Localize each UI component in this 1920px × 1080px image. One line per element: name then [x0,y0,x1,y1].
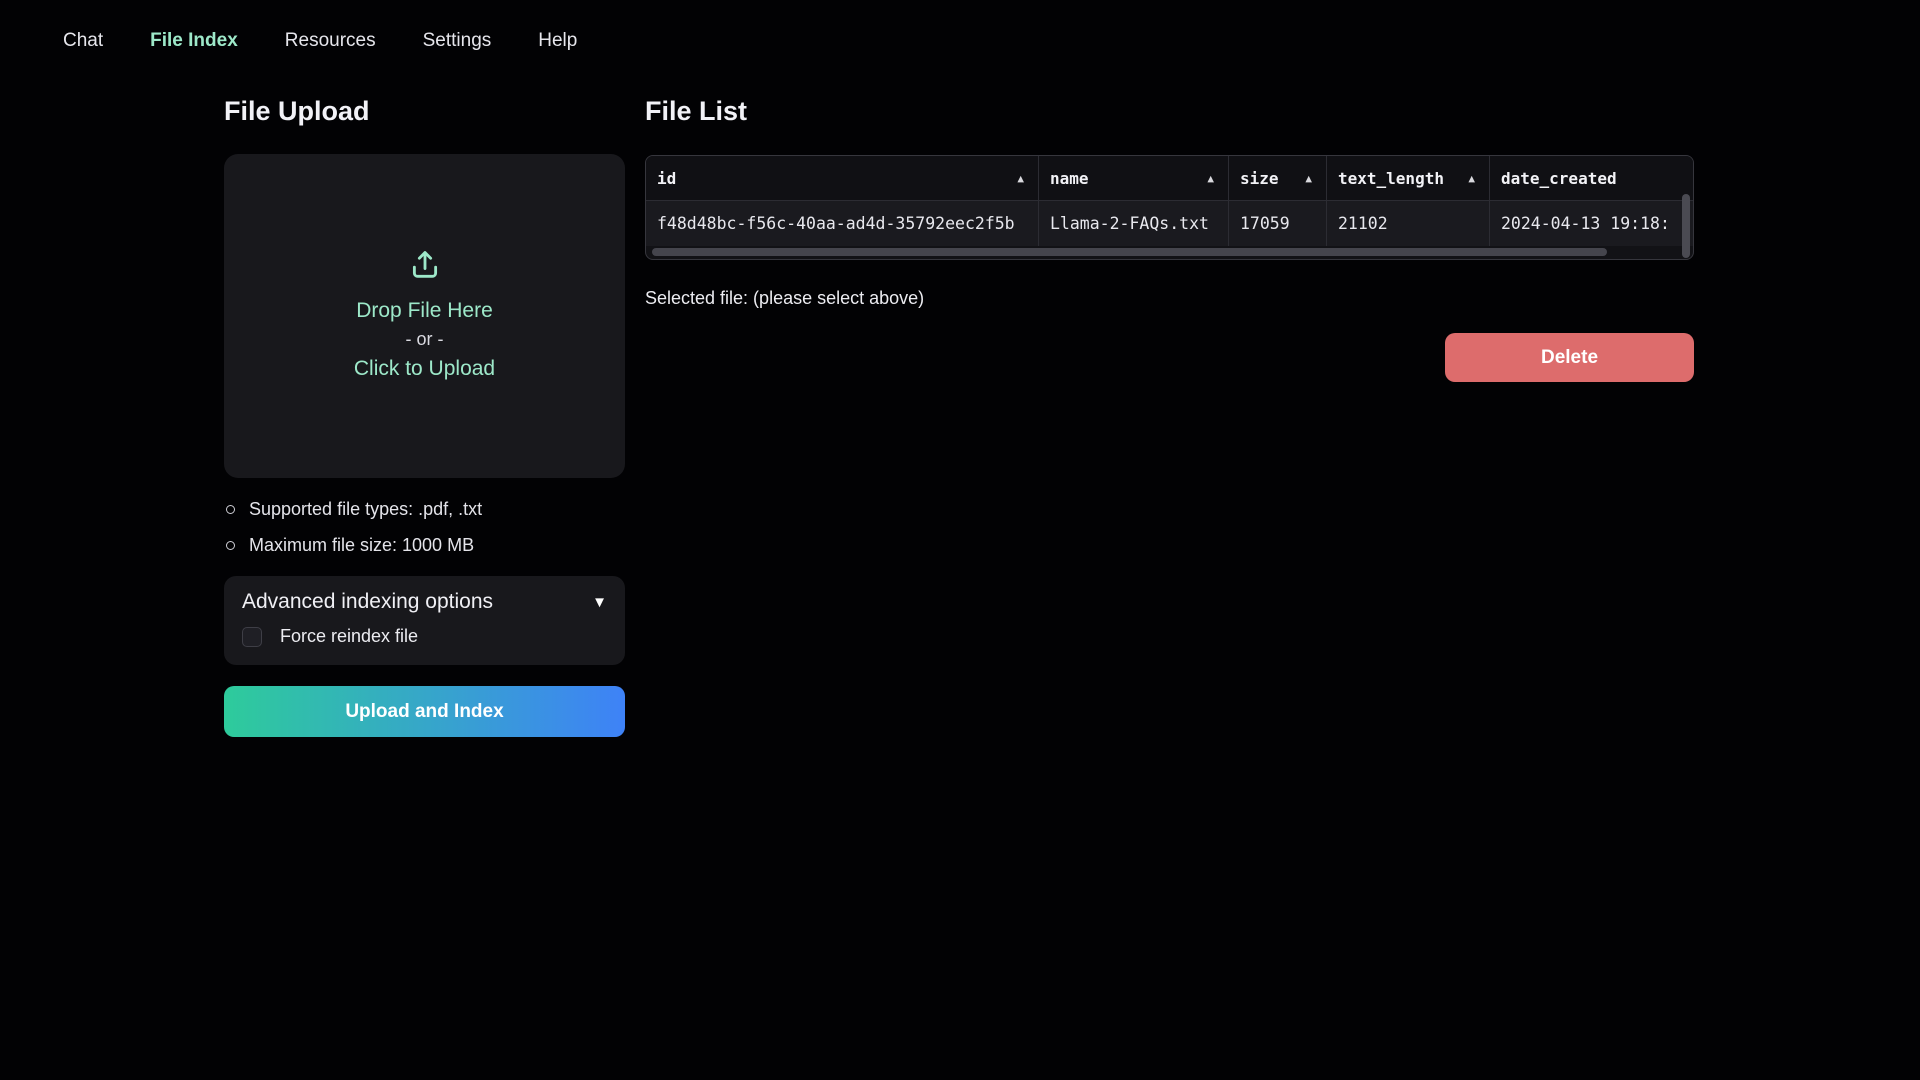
cell-name[interactable]: Llama-2-FAQs.txt [1039,201,1229,246]
sort-asc-icon[interactable]: ▲ [1017,172,1024,185]
upload-and-index-button[interactable]: Upload and Index [224,686,625,737]
upload-note: Maximum file size: 1000 MB [226,535,482,556]
drop-file-here-label: Drop File Here [356,296,493,326]
file-upload-title: File Upload [224,96,370,127]
cell-size[interactable]: 17059 [1229,201,1327,246]
sort-asc-icon[interactable]: ▲ [1207,172,1214,185]
upload-note: Supported file types: .pdf, .txt [226,499,482,520]
sort-asc-icon[interactable]: ▲ [1305,172,1312,185]
file-dropzone[interactable]: Drop File Here - or - Click to Upload [224,154,625,478]
vertical-scrollbar[interactable] [1682,194,1690,258]
table-row[interactable]: f48d48bc-f56c-40aa-ad4d-35792eec2f5bLlam… [646,201,1694,246]
cell-date_created[interactable]: 2024-04-13 19:18: [1490,201,1694,246]
or-label: - or - [406,326,444,354]
cell-id[interactable]: f48d48bc-f56c-40aa-ad4d-35792eec2f5b [646,201,1039,246]
advanced-options-accordion: Advanced indexing options ▼ Force reinde… [224,576,625,665]
horizontal-scrollbar[interactable] [652,248,1607,256]
force-reindex-label: Force reindex file [280,626,418,647]
file-list-title: File List [645,96,747,127]
column-label: date_created [1501,169,1617,188]
column-label: size [1240,169,1279,188]
delete-button[interactable]: Delete [1445,333,1694,382]
column-header-name[interactable]: name ▲ [1039,156,1229,200]
sort-asc-icon[interactable]: ▲ [1468,172,1475,185]
force-reindex-row[interactable]: Force reindex file [242,626,607,647]
file-table: id ▲ name ▲ size ▲ text_length ▲ date_created▲ f… [645,155,1694,260]
file-table-inner: id ▲ name ▲ size ▲ text_length ▲ date_created▲ f… [646,156,1694,246]
column-header-size[interactable]: size ▲ [1229,156,1327,200]
force-reindex-checkbox[interactable] [242,627,262,647]
accordion-header[interactable]: Advanced indexing options ▼ [242,590,607,614]
column-label: name [1050,169,1089,188]
upload-notes: Supported file types: .pdf, .txt Maximum … [226,499,482,571]
cell-text_length[interactable]: 21102 [1327,201,1490,246]
selected-file-status: Selected file: (please select above) [645,288,924,309]
table-header-row: id ▲ name ▲ size ▲ text_length ▲ date_created▲ [646,156,1694,201]
chevron-down-icon: ▼ [592,594,607,611]
click-to-upload-link[interactable]: Click to Upload [354,354,495,384]
tab-chat[interactable]: Chat [61,26,105,56]
file-list-panel: File List id ▲ name ▲ size ▲ text_length ▲ date_… [645,0,1694,1080]
column-header-date_created[interactable]: date_created▲ [1490,156,1694,200]
column-label: id [657,169,676,188]
accordion-title: Advanced indexing options [242,590,493,614]
column-header-id[interactable]: id ▲ [646,156,1039,200]
table-body: f48d48bc-f56c-40aa-ad4d-35792eec2f5bLlam… [646,201,1694,246]
file-upload-panel: File Upload Drop File Here - or - Click … [224,0,625,1080]
column-header-text_length[interactable]: text_length ▲ [1327,156,1490,200]
upload-icon [408,248,442,282]
column-label: text_length [1338,169,1444,188]
